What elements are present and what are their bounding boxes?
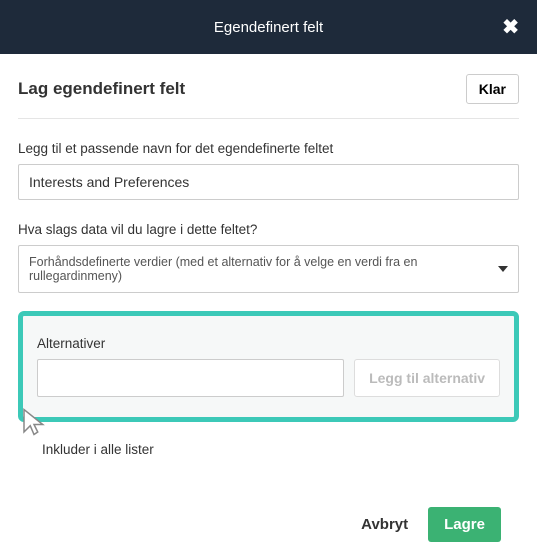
add-alternative-button[interactable]: Legg til alternativ bbox=[354, 359, 500, 397]
subheader-title: Lag egendefinert felt bbox=[18, 79, 185, 99]
name-field-block: Legg til et passende navn for det egende… bbox=[18, 141, 519, 200]
modal-header: Egendefinert felt ✖ bbox=[0, 0, 537, 54]
type-select-value: Forhåndsdefinerte verdier (med et altern… bbox=[29, 255, 498, 283]
type-field-label: Hva slags data vil du lagre i dette felt… bbox=[18, 222, 519, 237]
subheader-row: Lag egendefinert felt Klar bbox=[18, 74, 519, 119]
include-all-row: Inkluder i alle lister bbox=[18, 442, 519, 457]
name-field-label: Legg til et passende navn for det egende… bbox=[18, 141, 519, 156]
modal-content: Lag egendefinert felt Klar Legg til et p… bbox=[0, 54, 537, 542]
modal-title: Egendefinert felt bbox=[214, 19, 323, 36]
cancel-button[interactable]: Avbryt bbox=[355, 508, 414, 541]
alternative-input[interactable] bbox=[37, 359, 344, 397]
alternatives-highlight-box: Alternativer Legg til alternativ bbox=[18, 311, 519, 422]
name-input[interactable] bbox=[18, 164, 519, 200]
alternatives-label: Alternativer bbox=[37, 336, 500, 351]
include-all-label: Inkluder i alle lister bbox=[42, 442, 154, 457]
type-select[interactable]: Forhåndsdefinerte verdier (med et altern… bbox=[18, 245, 519, 293]
close-icon[interactable]: ✖ bbox=[502, 15, 519, 40]
modal-footer: Avbryt Lagre bbox=[18, 507, 519, 542]
alternatives-row: Legg til alternativ bbox=[37, 359, 500, 397]
chevron-down-icon bbox=[498, 266, 508, 272]
type-field-block: Hva slags data vil du lagre i dette felt… bbox=[18, 222, 519, 293]
klar-button[interactable]: Klar bbox=[466, 74, 519, 104]
cursor-icon bbox=[19, 407, 49, 437]
save-button[interactable]: Lagre bbox=[428, 507, 501, 542]
